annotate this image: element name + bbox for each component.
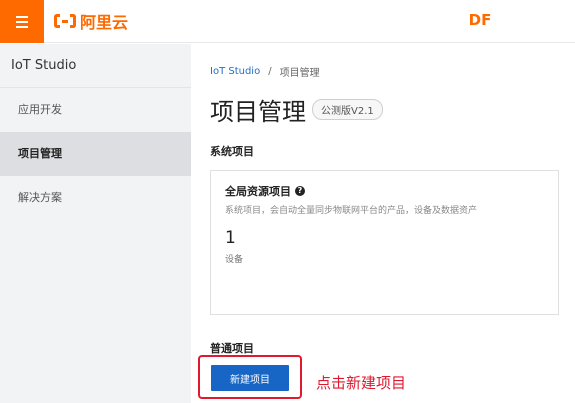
- aliyun-logo[interactable]: 阿里云: [54, 10, 128, 32]
- sidebar: IoT Studio 应用开发 项目管理 解决方案: [0, 44, 191, 403]
- annotation-text: 点击新建项目: [316, 374, 407, 392]
- global-resource-project-card[interactable]: 全局资源项目 ? 系统项目，会自动全量同步物联网平台的产品，设备及数据资产 1 …: [210, 170, 559, 315]
- new-project-highlight-box: 新建项目: [198, 355, 302, 399]
- new-project-button[interactable]: 新建项目: [211, 365, 289, 391]
- version-badge: 公测版V2.1: [312, 99, 383, 120]
- card-title-row: 全局资源项目 ?: [225, 183, 305, 199]
- card-description: 系统项目，会自动全量同步物联网平台的产品，设备及数据资产: [225, 206, 478, 216]
- user-label[interactable]: DF: [440, 11, 520, 29]
- breadcrumb-separator: /: [268, 66, 272, 77]
- question-circle-icon[interactable]: ?: [295, 186, 305, 196]
- breadcrumb-root-link[interactable]: IoT Studio: [210, 66, 260, 77]
- device-count-label: 设备: [225, 255, 244, 265]
- breadcrumb: IoT Studio / 项目管理: [210, 64, 320, 79]
- card-title: 全局资源项目: [225, 185, 291, 198]
- sidebar-item-project-management[interactable]: 项目管理: [0, 132, 191, 176]
- page-title-row: 项目管理 公测版V2.1: [210, 92, 383, 127]
- breadcrumb-current: 项目管理: [279, 68, 320, 79]
- main-content: IoT Studio / 项目管理 项目管理 公测版V2.1 系统项目 全局资源…: [191, 44, 575, 403]
- device-count: 1: [225, 228, 236, 248]
- sidebar-item-solutions[interactable]: 解决方案: [0, 176, 191, 220]
- sidebar-item-app-dev[interactable]: 应用开发: [0, 88, 191, 132]
- page-title: 项目管理: [210, 98, 306, 126]
- system-projects-label: 系统项目: [210, 145, 254, 158]
- normal-projects-label: 普通项目: [210, 342, 254, 355]
- top-bar: 阿里云 DF: [0, 0, 575, 43]
- sidebar-title[interactable]: IoT Studio: [0, 44, 191, 88]
- logo-text: 阿里云: [80, 13, 129, 32]
- aliyun-logo-mark: [54, 14, 76, 28]
- hamburger-menu-icon[interactable]: [0, 0, 44, 43]
